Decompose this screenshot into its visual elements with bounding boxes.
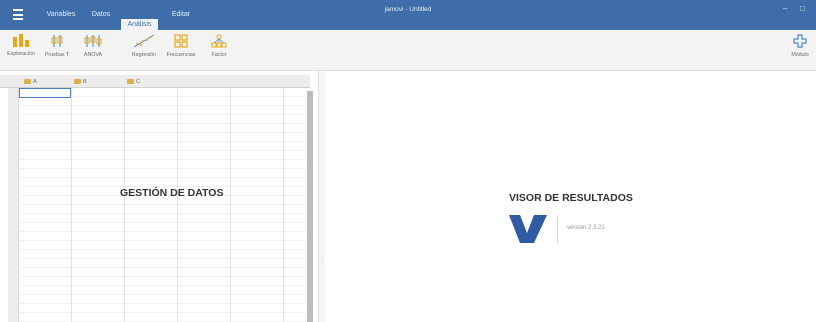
selected-cell[interactable] (19, 88, 71, 98)
regression-button[interactable]: Regresión (126, 34, 162, 58)
nominal-variable-icon (24, 79, 31, 85)
frequencies-button[interactable]: Frecuencias (163, 34, 199, 58)
t-tests-button[interactable]: Pruebas T (39, 34, 75, 58)
vertical-scrollbar[interactable] (307, 91, 313, 322)
version-text: version 2.3.21 (567, 225, 605, 231)
minimize-icon[interactable]: – (783, 4, 787, 13)
factor-label: Factor (211, 52, 227, 58)
cell-grid[interactable] (19, 88, 306, 322)
anova-button[interactable]: ANOVA (75, 34, 111, 58)
column-header-c[interactable]: C (127, 77, 140, 87)
column-header-row (0, 75, 310, 88)
analysis-ribbon (0, 30, 816, 71)
regression-icon (133, 34, 155, 48)
logo-divider (557, 215, 558, 243)
exploration-icon (13, 34, 29, 47)
tab-datos[interactable]: Datos (86, 0, 116, 30)
tab-variables[interactable]: Variables (44, 0, 78, 30)
pane-splitter[interactable] (318, 71, 325, 322)
factor-icon (211, 34, 227, 48)
t-tests-icon (51, 35, 63, 47)
data-management-label: GESTIÓN DE DATOS (120, 187, 224, 199)
exploration-label: Exploración (7, 51, 35, 57)
row-number-gutter (8, 88, 19, 322)
nominal-variable-icon (127, 79, 134, 85)
frequencies-icon (174, 34, 188, 48)
maximize-icon[interactable]: □ (800, 4, 805, 13)
jamovi-logo-icon (509, 215, 547, 243)
anova-icon (84, 35, 102, 47)
frequencies-label: Frecuencias (166, 52, 196, 58)
column-label: C (136, 79, 140, 85)
tab-analisis[interactable]: Análisis (121, 19, 158, 30)
modules-label: Módulo (791, 52, 809, 58)
plus-icon (793, 34, 807, 48)
tab-editar[interactable]: Editar (166, 0, 196, 30)
regression-label: Regresión (131, 52, 157, 58)
column-header-b[interactable]: B (74, 77, 87, 87)
column-label: A (33, 79, 37, 85)
window-title: jamovi - Untitled (384, 6, 432, 13)
anova-label: ANOVA (83, 52, 103, 58)
column-label: B (83, 79, 87, 85)
t-tests-label: Pruebas T (44, 52, 70, 58)
factor-button[interactable]: Factor (201, 34, 237, 58)
modules-button[interactable]: Módulo (785, 34, 815, 58)
exploration-button[interactable]: Exploración (3, 34, 39, 57)
results-viewer-label: VISOR DE RESULTADOS (509, 192, 633, 204)
column-header-a[interactable]: A (24, 77, 37, 87)
nominal-variable-icon (74, 79, 81, 85)
